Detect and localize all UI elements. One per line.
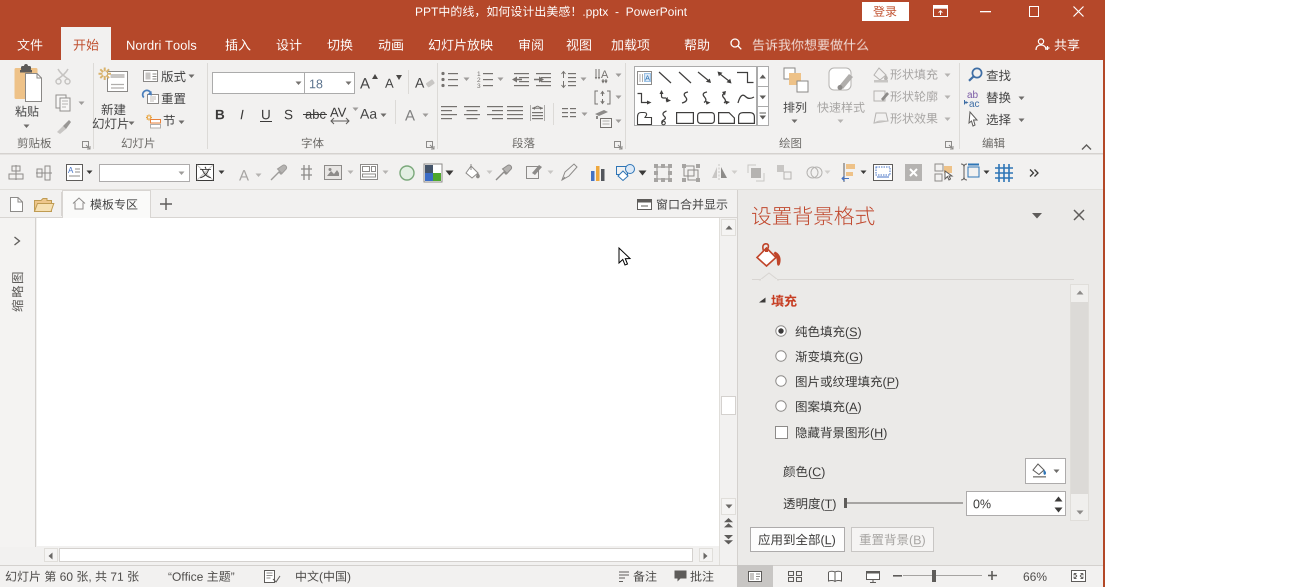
svg-text:A: A xyxy=(601,69,609,81)
svg-text:文: 文 xyxy=(200,165,212,180)
svg-text:A: A xyxy=(645,74,650,83)
svg-text:ac: ac xyxy=(969,99,980,110)
svg-text:A: A xyxy=(68,166,74,175)
svg-text:3: 3 xyxy=(477,83,481,90)
